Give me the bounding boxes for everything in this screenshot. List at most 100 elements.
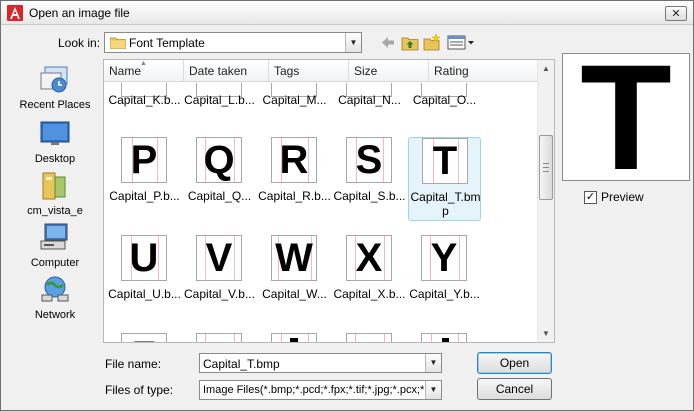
file-item[interactable] (258, 333, 331, 342)
places-bar: Recent Places Desktop cm_vista_e Compute… (9, 59, 101, 343)
recent-places-icon (40, 66, 68, 93)
file-item[interactable]: X Capital_X.b... (333, 235, 406, 315)
file-list[interactable]: ▲ Name Date taken Tags Size Rating Capit… (103, 59, 555, 343)
preview-image: T (580, 33, 672, 201)
scrollbar-thumb[interactable] (539, 135, 553, 200)
thumbnail-letter: Y (430, 236, 458, 280)
file-name-label: File name: (105, 357, 162, 371)
file-thumbnail: V (196, 235, 242, 281)
title-bar[interactable]: Open an image file ✕ (1, 1, 693, 25)
grip-icon (543, 163, 549, 172)
file-item[interactable] (333, 333, 406, 342)
file-item[interactable]: P Capital_P.b... (108, 137, 181, 217)
file-item[interactable]: S Capital_S.b... (333, 137, 406, 217)
file-name-input[interactable]: Capital_T.bmp ▼ (199, 353, 442, 373)
column-label: Tags (274, 64, 300, 78)
file-thumbnail: S (346, 137, 392, 183)
file-name: Capital_Q... (187, 189, 252, 203)
file-thumbnail (421, 333, 467, 342)
file-name-value: Capital_T.bmp (203, 357, 280, 371)
place-label: Computer (30, 257, 80, 269)
file-item[interactable] (408, 333, 481, 342)
guide-line (384, 334, 385, 342)
file-thumbnail (271, 333, 317, 342)
column-label: Name (109, 64, 142, 78)
file-item[interactable]: Q Capital_Q... (183, 137, 256, 217)
thumbnail-letter: P (130, 138, 158, 182)
preview-checkbox[interactable]: ✓ (584, 191, 597, 204)
column-size[interactable]: Size (349, 60, 429, 82)
file-name: Capital_V.b... (184, 287, 255, 301)
file-name: Capital_T.bmp (410, 190, 481, 218)
up-folder-icon[interactable] (401, 34, 419, 51)
file-name: Capital_X.b... (333, 287, 406, 301)
column-label: Date taken (189, 64, 248, 78)
place-label: Recent Places (19, 99, 91, 111)
thumbnail-letter: V (205, 236, 233, 280)
file-grid: Capital_K.b... Capital_L.b... Capital_M.… (104, 83, 537, 342)
close-icon: ✕ (671, 7, 681, 20)
check-icon: ✓ (585, 191, 596, 203)
chevron-down-icon[interactable]: ▼ (425, 354, 441, 372)
place-network[interactable]: Network (9, 273, 101, 323)
chevron-down-icon[interactable]: ▼ (425, 381, 441, 399)
file-item[interactable] (183, 333, 256, 342)
file-thumbnail: X (346, 235, 392, 281)
thumbnail-letter: Q (203, 138, 235, 182)
computer-icon (40, 223, 68, 250)
column-label: Rating (434, 64, 469, 78)
thumbnail-letter: W (275, 236, 313, 280)
file-thumbnail: Y (421, 235, 467, 281)
open-button[interactable]: Open (477, 352, 552, 374)
file-item-selected[interactable]: T Capital_T.bmp (408, 137, 481, 221)
new-folder-icon[interactable] (423, 34, 441, 51)
sort-ascending-icon: ▲ (140, 60, 147, 67)
place-label: cm_vista_e (27, 205, 83, 217)
cancel-button[interactable]: Cancel (477, 378, 552, 400)
file-name: Capital_M... (262, 93, 327, 107)
column-header: ▲ Name Date taken Tags Size Rating (104, 60, 537, 82)
column-tags[interactable]: Tags (269, 60, 349, 82)
file-thumbnail: W (271, 235, 317, 281)
file-item[interactable]: V Capital_V.b... (183, 235, 256, 315)
place-desktop[interactable]: Desktop (9, 117, 101, 167)
back-arrow-icon[interactable] (379, 34, 397, 51)
file-name: Capital_Y.b... (409, 287, 480, 301)
file-item[interactable]: U Capital_U.b... (108, 235, 181, 315)
chevron-down-icon[interactable]: ▼ (345, 33, 361, 52)
column-date-taken[interactable]: Date taken (184, 60, 269, 82)
preview-label: Preview (601, 190, 644, 204)
autocad-app-icon (7, 5, 23, 21)
file-type-dropdown[interactable]: Image Files(*.bmp;*.pcd;*.fpx;*.tif;*.jp… (199, 380, 442, 400)
file-name: Capital_U.b... (108, 287, 181, 301)
column-rating[interactable]: Rating (429, 60, 537, 82)
file-thumbnail: P (121, 137, 167, 183)
place-label: Desktop (34, 153, 76, 165)
scroll-up-arrow-icon[interactable]: ▲ (538, 60, 554, 77)
place-computer[interactable]: Computer (9, 221, 101, 271)
file-name: Capital_O... (412, 93, 477, 107)
file-name: Capital_R.b... (258, 189, 331, 203)
file-item[interactable]: R Capital_R.b... (258, 137, 331, 217)
file-item[interactable]: Y Capital_Y.b... (408, 235, 481, 315)
close-button[interactable]: ✕ (665, 6, 687, 21)
place-user-folder[interactable]: cm_vista_e (9, 169, 101, 219)
thumbnail-letter: X (355, 236, 383, 280)
view-menu-icon[interactable] (447, 34, 475, 51)
file-thumbnail (346, 333, 392, 342)
file-thumbnail: Z (121, 333, 167, 342)
file-thumbnail: T (422, 138, 468, 184)
file-item[interactable]: W Capital_W... (258, 235, 331, 315)
scroll-down-arrow-icon[interactable]: ▼ (538, 325, 554, 342)
vertical-scrollbar[interactable]: ▲ ▼ (537, 60, 554, 342)
file-name: Capital_S.b... (333, 189, 406, 203)
desktop-icon (40, 121, 70, 145)
file-name: Capital_L.b... (184, 93, 255, 107)
place-label: Network (34, 309, 76, 321)
file-thumbnail (196, 333, 242, 342)
look-in-dropdown[interactable]: Font Template ▼ (104, 32, 362, 53)
guide-line (234, 334, 235, 342)
column-name[interactable]: ▲ Name (104, 60, 184, 82)
file-item[interactable]: Z (108, 333, 181, 342)
place-recent-places[interactable]: Recent Places (9, 63, 101, 113)
